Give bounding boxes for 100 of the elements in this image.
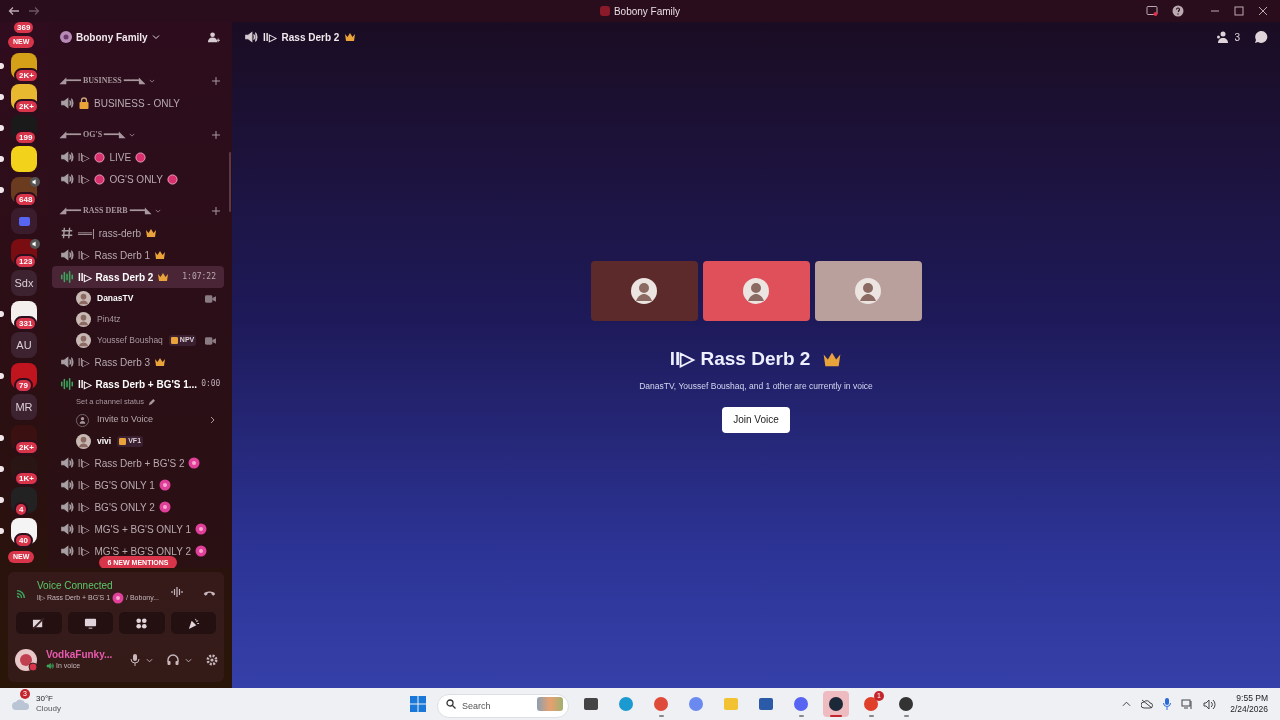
chevron-up-icon[interactable] (1122, 701, 1132, 707)
add-member-icon[interactable] (207, 30, 220, 44)
channel-item[interactable]: ll▷ BG'S ONLY 1 (52, 474, 224, 496)
channel-item[interactable]: ll▷ Rass Derb 2 1:07:22 (52, 266, 224, 288)
user-name: VodkaFunky... (46, 648, 113, 661)
category-header[interactable]: ◢━━━ BUSINESS ━━━◣ (60, 75, 145, 87)
call-subtitle: DanasTV, Youssef Boushaq, and 1 other are currently in voice (639, 379, 873, 393)
unread-badge: 79 (14, 378, 33, 393)
join-voice-button[interactable]: Join Voice (722, 406, 790, 433)
avatar-icon (76, 291, 91, 306)
server-name-button[interactable]: Bobony Family (76, 29, 160, 45)
add-channel-icon[interactable] (212, 131, 220, 139)
channel-item[interactable]: ll▷ Rass Derb 1 (52, 244, 224, 266)
channel-name: Rass Derb 2 (95, 270, 154, 285)
channel-name: Rass Derb + BG'S 2 (94, 456, 185, 471)
search-highlight-image (537, 697, 563, 711)
search-icon (446, 699, 456, 709)
crown-icon (344, 32, 357, 42)
channel-item[interactable]: ══| rass-derb (52, 222, 224, 244)
camera-off-button[interactable] (16, 612, 62, 634)
channel-item[interactable]: BUSINESS - ONLY (52, 92, 224, 114)
settings-icon[interactable] (206, 654, 218, 666)
volume-icon[interactable] (1203, 698, 1217, 710)
channel-name: Rass Derb 3 (94, 355, 151, 370)
network-icon[interactable] (1181, 698, 1194, 710)
unread-badge: 2K+ (14, 68, 39, 83)
help-icon[interactable] (1172, 5, 1184, 17)
speaker-icon (60, 150, 74, 164)
voice-user[interactable]: Pin4tz (52, 309, 224, 330)
unread-badge: 331 (14, 316, 38, 331)
speaker-icon (244, 30, 258, 44)
windows-start-icon[interactable] (410, 696, 426, 712)
microphone-icon[interactable] (130, 654, 140, 666)
screen-share-icon[interactable] (1146, 5, 1158, 17)
activities-button[interactable] (119, 612, 165, 634)
add-channel-icon[interactable] (212, 77, 220, 85)
channel-item[interactable]: ll▷ MG'S + BG'S ONLY 1 (52, 518, 224, 540)
soundboard-icon[interactable] (171, 586, 183, 598)
channel-item[interactable]: ll▷ Rass Derb 3 (52, 351, 224, 373)
speaker-icon (60, 522, 74, 536)
temperature: 30°F (36, 694, 54, 704)
channel-name: rass-derb (98, 226, 142, 241)
channel-prefix: ll▷ (78, 270, 92, 285)
chevron-down-icon[interactable] (146, 656, 153, 664)
category-header[interactable]: ◢━━━ OG'S ━━━◣ (60, 129, 126, 141)
server-button[interactable]: AU (11, 332, 37, 358)
window-title: Bobony Family (613, 4, 681, 19)
people-icon (1216, 31, 1231, 43)
maximize-icon[interactable] (1234, 6, 1244, 16)
avatar-icon (631, 278, 657, 305)
unread-badge: 4 (14, 502, 29, 517)
headphones-icon[interactable] (167, 654, 179, 666)
app-icon (653, 696, 669, 712)
close-icon[interactable] (1258, 6, 1268, 16)
channel-item[interactable]: ll▷ Rass Derb + BG'S 1... 0:00 (52, 373, 224, 395)
channel-item[interactable]: ll▷ OG'S ONLY (52, 168, 224, 190)
flower-icon (188, 457, 201, 469)
microphone-icon[interactable] (1163, 698, 1172, 710)
app-icon (828, 696, 844, 712)
back-arrow-icon[interactable] (8, 5, 20, 17)
screen-share-icon (83, 616, 97, 630)
screen-share-button[interactable] (67, 612, 113, 634)
category-header[interactable]: ◢━━━ RASS DERB ━━━◣ (60, 205, 151, 217)
unread-badge: 40 (14, 533, 33, 548)
lock-icon (78, 97, 90, 109)
add-user-icon (76, 413, 89, 427)
call-duration: 1:07:22 (182, 271, 216, 283)
activities-icon (135, 616, 149, 630)
avatar-icon (76, 312, 91, 327)
member-list-button[interactable]: 3 (1216, 29, 1240, 45)
voice-user[interactable]: DanasTV (52, 288, 224, 309)
pencil-icon[interactable] (147, 398, 155, 406)
circle-icon (166, 173, 178, 185)
app-icon (898, 696, 914, 712)
chevron-down-icon[interactable] (185, 656, 192, 664)
chat-icon[interactable] (1254, 30, 1268, 44)
channel-item[interactable]: ll▷ Rass Derb + BG'S 2 (52, 452, 224, 474)
server-button[interactable]: MR (11, 394, 37, 420)
voice-activity-icon (60, 270, 74, 284)
clock[interactable]: 9:55 PM 2/24/2026 (1230, 693, 1268, 715)
app-icon (618, 696, 634, 712)
invite-row[interactable]: Invite to Voice (52, 409, 224, 431)
channel-prefix: ll▷ (78, 522, 91, 537)
flower-icon (158, 479, 171, 491)
server-button[interactable]: Sdx (11, 270, 37, 296)
app-icon (793, 696, 809, 712)
speaker-icon (60, 172, 74, 186)
channel-item[interactable]: ll▷ BG'S ONLY 2 (52, 496, 224, 518)
steam-taskbar-button[interactable] (823, 691, 849, 717)
server-folder[interactable] (11, 208, 37, 234)
party-popper-button[interactable] (170, 612, 216, 634)
unread-badge: 123 (14, 254, 38, 269)
channel-name: Rass Derb + BG'S 1... (95, 377, 198, 392)
user-name: DanasTV (97, 292, 134, 305)
add-channel-icon[interactable] (212, 207, 220, 215)
channel-prefix: ll▷ (263, 30, 277, 45)
user-name: vivi (97, 435, 112, 448)
server-image[interactable] (11, 146, 37, 172)
cloud-off-icon[interactable] (1141, 699, 1154, 709)
channel-item[interactable]: ll▷ LIVE (52, 146, 224, 168)
